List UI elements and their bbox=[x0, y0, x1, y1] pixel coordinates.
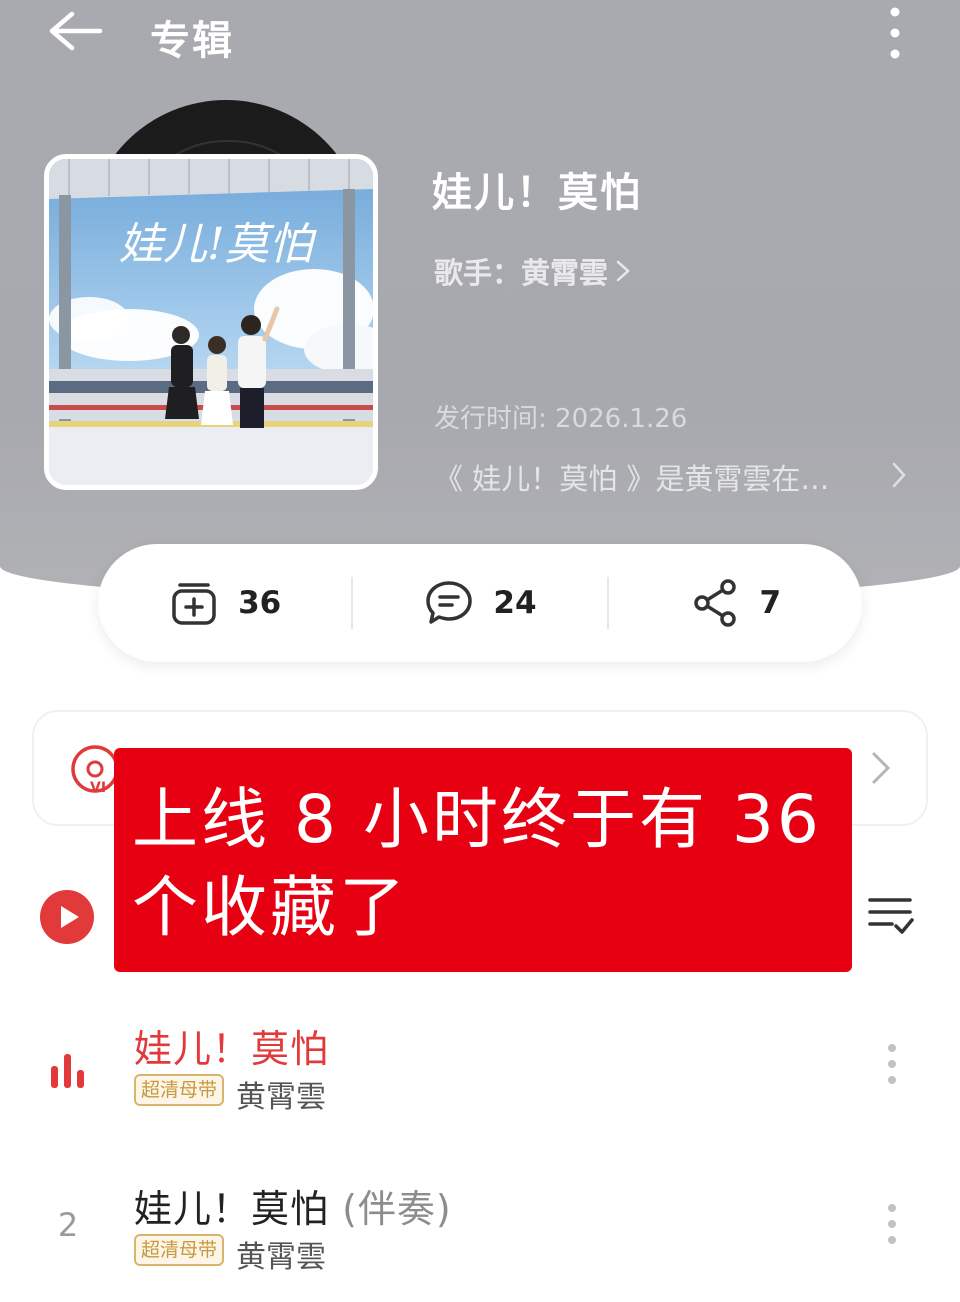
album-cover-illustration: 娃儿!莫怕 bbox=[49, 159, 373, 485]
comment-count: 24 bbox=[493, 585, 537, 621]
track-row[interactable]: 娃儿！莫怕 超清母带 黄霄雲 bbox=[0, 1010, 960, 1130]
page-title: 专辑 bbox=[150, 18, 234, 64]
track-row[interactable]: 2 娃儿！莫怕 (伴奏) 超清母带 黄霄雲 bbox=[0, 1170, 960, 1290]
album-stats-card: 36 24 7 bbox=[98, 544, 862, 662]
album-cover[interactable]: 娃儿!莫怕 bbox=[44, 154, 378, 490]
equalizer-playing-icon bbox=[51, 1054, 84, 1088]
comment-button[interactable]: 24 bbox=[353, 544, 606, 662]
quality-badge: 超清母带 bbox=[134, 1074, 225, 1106]
more-vertical-icon[interactable] bbox=[880, 4, 910, 62]
caption-line-1: 上线 8 小时终于有 36 bbox=[132, 781, 822, 858]
caption-line-2: 个收藏了 bbox=[132, 869, 408, 946]
add-to-collection-icon bbox=[172, 583, 216, 625]
top-bar: 专辑 bbox=[0, 0, 960, 70]
track-title: 娃儿！莫怕 (伴奏) bbox=[134, 1178, 452, 1233]
chevron-right-icon[interactable] bbox=[886, 458, 912, 492]
track-index: 2 bbox=[57, 1206, 79, 1244]
track-artist: 黄霄雲 bbox=[236, 1240, 326, 1275]
comment-icon bbox=[426, 581, 473, 624]
track-artist: 黄霄雲 bbox=[236, 1080, 326, 1115]
chevron-right-icon[interactable] bbox=[868, 748, 894, 788]
more-vertical-icon[interactable] bbox=[878, 1200, 906, 1248]
collect-count: 36 bbox=[238, 585, 282, 621]
artist-label: 歌手：黄霄雲 bbox=[434, 256, 609, 290]
artist-link[interactable]: 歌手：黄霄雲 bbox=[434, 250, 634, 292]
track-title: 娃儿！莫怕 bbox=[134, 1018, 329, 1073]
play-all-icon[interactable] bbox=[38, 888, 96, 946]
cover-lettering: 娃儿!莫怕 bbox=[119, 219, 318, 270]
album-description[interactable]: 《 娃儿！莫怕 》是黄霄雲在… bbox=[434, 456, 874, 498]
svg-text:VI: VI bbox=[90, 780, 106, 796]
quality-badge: 超清母带 bbox=[134, 1234, 225, 1266]
chevron-right-icon bbox=[616, 260, 630, 282]
caption-overlay: 上线 8 小时终于有 36 个收藏了 bbox=[114, 748, 852, 972]
back-arrow-icon[interactable] bbox=[44, 8, 104, 54]
track-title-text: 娃儿！莫怕 bbox=[134, 1187, 330, 1231]
share-button[interactable]: 7 bbox=[609, 544, 862, 662]
track-title-text: 娃儿！莫怕 bbox=[134, 1027, 330, 1071]
more-vertical-icon[interactable] bbox=[878, 1040, 906, 1088]
collect-button[interactable]: 36 bbox=[98, 544, 351, 662]
share-icon bbox=[693, 579, 736, 627]
track-title-suffix: (伴奏) bbox=[342, 1187, 452, 1231]
share-count: 7 bbox=[759, 585, 782, 621]
sort-list-icon[interactable] bbox=[866, 894, 914, 938]
album-title: 娃儿！莫怕 bbox=[432, 170, 642, 216]
release-date: 发行时间: 2026.1.26 bbox=[434, 404, 688, 434]
